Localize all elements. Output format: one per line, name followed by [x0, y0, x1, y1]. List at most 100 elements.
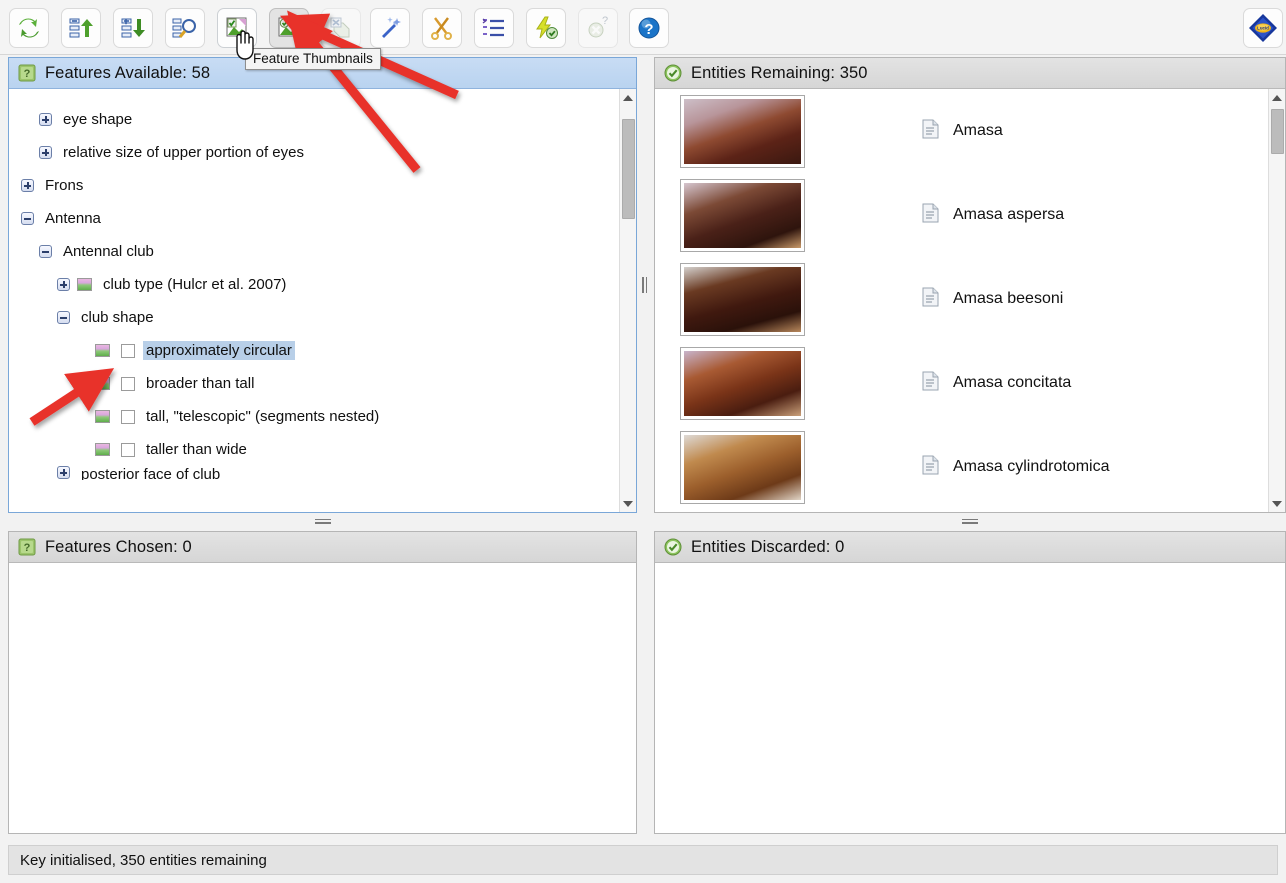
prune-feature-button[interactable]: [422, 8, 462, 48]
tree-row[interactable]: approximately circular: [9, 334, 619, 367]
entities-discarded-body[interactable]: [655, 563, 1285, 833]
features-available-title: Features Available: 58: [45, 63, 211, 82]
tree-row[interactable]: posterior face of club: [9, 466, 619, 480]
collapse-toggle-icon[interactable]: [57, 311, 70, 324]
unknown-help-button[interactable]: ?: [578, 8, 618, 48]
no-thumbnails-button[interactable]: [321, 8, 361, 48]
beetle-photo: [684, 182, 801, 248]
tree-row[interactable]: relative size of upper portion of eyes: [9, 136, 619, 169]
entity-thumbnails-button[interactable]: [217, 8, 257, 48]
right-horizontal-splitter[interactable]: [654, 513, 1286, 531]
refresh-arrows-icon: [16, 15, 42, 41]
entity-list-item[interactable]: Amasa cylindrotomica: [655, 425, 1268, 509]
tree-expand-down-icon: [120, 15, 146, 41]
entity-list-item[interactable]: Amasa aspersa: [655, 173, 1268, 257]
expand-toggle-icon[interactable]: [57, 466, 70, 479]
entity-thumbnail[interactable]: [680, 94, 805, 168]
feature-thumbnail-icon[interactable]: [95, 410, 110, 423]
tree-row[interactable]: club type (Hulcr et al. 2007): [9, 268, 619, 301]
document-icon[interactable]: [922, 119, 939, 144]
lightning-check-icon: [533, 15, 559, 41]
entities-remaining-panel: Entities Remaining: 350 Amasa Amasa asper…: [654, 57, 1286, 513]
tree-item-label: Antennal club: [63, 243, 154, 260]
tree-row[interactable]: Frons: [9, 169, 619, 202]
vertical-splitter-top[interactable]: [637, 57, 654, 513]
svg-text:?: ?: [602, 15, 608, 27]
tree-row[interactable]: broader than tall: [9, 367, 619, 400]
tree-row[interactable]: Antenna: [9, 202, 619, 235]
splitter-grip-icon: [314, 518, 331, 526]
svg-text:?: ?: [644, 21, 653, 38]
feature-thumbnails-button[interactable]: [269, 8, 309, 48]
features-available-body: eye shape relative size of upper portion …: [9, 89, 636, 512]
entities-remaining-header: Entities Remaining: 350: [655, 58, 1285, 89]
features-chosen-panel: ? Features Chosen: 0: [8, 531, 637, 834]
scroll-down-arrow[interactable]: [620, 495, 636, 512]
features-chosen-body[interactable]: [9, 563, 636, 833]
expand-tree-button[interactable]: [113, 8, 153, 48]
collapse-toggle-icon[interactable]: [39, 245, 52, 258]
document-icon[interactable]: [922, 455, 939, 480]
feature-thumbnail-icon[interactable]: [95, 344, 110, 357]
feature-tree-scrollbar[interactable]: [619, 89, 636, 512]
entity-list-item[interactable]: Amasa beesoni: [655, 257, 1268, 341]
refresh-restart-key-button[interactable]: [9, 8, 49, 48]
svg-text:?: ?: [24, 68, 31, 80]
tree-row[interactable]: [9, 89, 619, 103]
feature-state-checkbox[interactable]: [121, 442, 135, 457]
feature-thumbnail-icon[interactable]: [77, 278, 92, 291]
entity-list-item[interactable]: Amasa: [655, 89, 1268, 173]
document-icon[interactable]: [922, 371, 939, 396]
scroll-thumb[interactable]: [622, 119, 635, 219]
expand-toggle-icon[interactable]: [39, 146, 52, 159]
blue-yellow-diamond-logo: Lucid: [1248, 13, 1278, 43]
lucid-key-application-window: ? ? Lucid ? Features Available: 58 eye s…: [0, 0, 1286, 883]
entities-remaining-title: Entities Remaining: 350: [691, 63, 868, 82]
auto-advance-button[interactable]: [526, 8, 566, 48]
entity-thumbnail[interactable]: [680, 262, 805, 336]
tree-collapse-up-icon: [68, 15, 94, 41]
expand-toggle-icon[interactable]: [39, 113, 52, 126]
feature-thumbnail-icon[interactable]: [95, 377, 110, 390]
find-feature-button[interactable]: [165, 8, 205, 48]
svg-text:?: ?: [24, 542, 31, 554]
left-horizontal-splitter[interactable]: [8, 513, 637, 531]
collapse-toggle-icon[interactable]: [21, 212, 34, 225]
beetle-photo: [684, 350, 801, 416]
feature-state-checkbox[interactable]: [121, 376, 135, 391]
tree-search-icon: [172, 15, 198, 41]
entity-thumbnail[interactable]: [680, 346, 805, 420]
list-features-button[interactable]: [474, 8, 514, 48]
tree-row[interactable]: tall, "telescopic" (segments nested): [9, 400, 619, 433]
document-icon[interactable]: [922, 287, 939, 312]
entity-list[interactable]: Amasa Amasa aspersa Amasa beesoni Amasa con…: [655, 89, 1268, 512]
feature-state-checkbox[interactable]: [121, 343, 135, 358]
feature-thumbnails-icon: [276, 15, 302, 41]
entity-thumbnail[interactable]: [680, 178, 805, 252]
feature-state-checkbox[interactable]: [121, 409, 135, 424]
entity-list-scrollbar[interactable]: [1268, 89, 1285, 512]
expand-toggle-icon[interactable]: [57, 278, 70, 291]
entity-thumbnail[interactable]: [680, 430, 805, 504]
tree-row[interactable]: taller than wide: [9, 433, 619, 466]
feature-tree[interactable]: eye shape relative size of upper portion …: [9, 89, 619, 512]
best-feature-button[interactable]: [370, 8, 410, 48]
expand-toggle-icon[interactable]: [21, 179, 34, 192]
tree-row[interactable]: Antennal club: [9, 235, 619, 268]
scroll-up-arrow[interactable]: [1269, 89, 1285, 106]
beetle-photo: [684, 434, 801, 500]
tree-item-label: club type (Hulcr et al. 2007): [103, 276, 287, 293]
entity-list-item[interactable]: Amasa concitata: [655, 341, 1268, 425]
entities-discarded-title: Entities Discarded: 0: [691, 537, 845, 556]
scroll-up-arrow[interactable]: [620, 89, 636, 106]
scroll-thumb[interactable]: [1271, 109, 1284, 154]
scroll-down-arrow[interactable]: [1269, 495, 1285, 512]
feature-thumbnail-icon[interactable]: [95, 443, 110, 456]
tree-row[interactable]: eye shape: [9, 103, 619, 136]
tree-row[interactable]: club shape: [9, 301, 619, 334]
tree-item-label: Antenna: [45, 210, 101, 227]
help-button[interactable]: ?: [629, 8, 669, 48]
collapse-tree-button[interactable]: [61, 8, 101, 48]
document-icon[interactable]: [922, 203, 939, 228]
app-logo[interactable]: Lucid: [1243, 8, 1283, 48]
